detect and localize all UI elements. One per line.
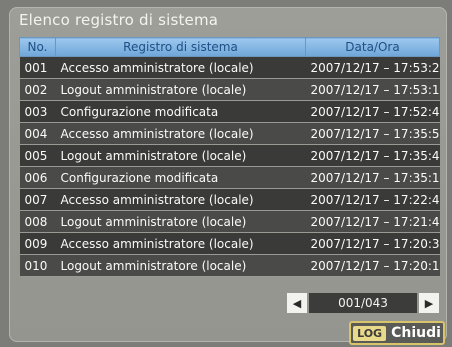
table-row[interactable]: 009 Accesso amministratore (locale) 2007/1… <box>19 232 440 255</box>
system-log-table: No. Registro di sistema Data/Ora 001 Acce… <box>19 37 440 277</box>
cell-register: Configurazione modificata <box>55 166 306 189</box>
cell-no: 008 <box>19 210 56 233</box>
cell-no: 002 <box>19 78 56 101</box>
table-row[interactable]: 002 Logout amministratore (locale) 2007/12… <box>19 78 440 101</box>
cell-no: 003 <box>19 100 56 123</box>
cell-no: 005 <box>19 144 56 167</box>
cell-no: 004 <box>19 122 56 145</box>
column-header-datetime: Data/Ora <box>305 37 440 57</box>
table-row[interactable]: 007 Accesso amministratore (locale) 2007/1… <box>19 188 440 211</box>
cell-datetime: 2007/12/17 – 17:53:27 <box>305 56 440 79</box>
cell-no: 007 <box>19 188 56 211</box>
table-body: 001 Accesso amministratore (locale) 2007/1… <box>19 56 440 277</box>
cell-datetime: 2007/12/17 – 17:35:57 <box>305 122 440 145</box>
table-row[interactable]: 006 Configurazione modificata 2007/12/17 –… <box>19 166 440 189</box>
table-row[interactable]: 010 Logout amministratore (locale) 2007/12… <box>19 254 440 277</box>
cell-register: Logout amministratore (locale) <box>55 210 306 233</box>
cell-register: Accesso amministratore (locale) <box>55 188 306 211</box>
cell-no: 009 <box>19 232 56 255</box>
cell-register: Logout amministratore (locale) <box>55 144 306 167</box>
table-row[interactable]: 003 Configurazione modificata 2007/12/17 –… <box>19 100 440 123</box>
cell-no: 006 <box>19 166 56 189</box>
pager: ◀ 001/043 ▶ <box>287 293 439 313</box>
cell-datetime: 2007/12/17 – 17:35:43 <box>305 144 440 167</box>
table-row[interactable]: 005 Logout amministratore (locale) 2007/12… <box>19 144 440 167</box>
table-header-row: No. Registro di sistema Data/Ora <box>19 37 440 57</box>
cell-register: Accesso amministratore (locale) <box>55 122 306 145</box>
dialog-title: Elenco registro di sistema <box>19 11 219 29</box>
cell-no: 010 <box>19 254 56 277</box>
triangle-right-icon[interactable]: ▶ <box>419 293 439 313</box>
system-log-dialog: Elenco registro di sistema No. Registro … <box>9 7 447 345</box>
table-row[interactable]: 008 Logout amministratore (locale) 2007/12… <box>19 210 440 233</box>
cell-datetime: 2007/12/17 – 17:53:14 <box>305 78 440 101</box>
cell-datetime: 2007/12/17 – 17:35:12 <box>305 166 440 189</box>
cell-register: Accesso amministratore (locale) <box>55 56 306 79</box>
close-button[interactable]: LOG Chiudi <box>349 321 445 345</box>
cell-register: Logout amministratore (locale) <box>55 254 306 277</box>
column-header-register: Registro di sistema <box>55 37 306 57</box>
cell-datetime: 2007/12/17 – 17:22:41 <box>305 188 440 211</box>
cell-no: 001 <box>19 56 56 79</box>
cell-register: Logout amministratore (locale) <box>55 78 306 101</box>
triangle-left-icon[interactable]: ◀ <box>287 293 307 313</box>
table-row[interactable]: 001 Accesso amministratore (locale) 2007/1… <box>19 56 440 79</box>
cell-datetime: 2007/12/17 – 17:20:16 <box>305 254 440 277</box>
cell-datetime: 2007/12/17 – 17:20:35 <box>305 232 440 255</box>
page-indicator: 001/043 <box>309 293 417 313</box>
cell-datetime: 2007/12/17 – 17:21:49 <box>305 210 440 233</box>
column-header-no: No. <box>19 37 56 57</box>
cell-datetime: 2007/12/17 – 17:52:46 <box>305 100 440 123</box>
log-badge: LOG <box>353 325 387 341</box>
cell-register: Accesso amministratore (locale) <box>55 232 306 255</box>
cell-register: Configurazione modificata <box>55 100 306 123</box>
table-row[interactable]: 004 Accesso amministratore (locale) 2007/1… <box>19 122 440 145</box>
close-label: Chiudi <box>391 325 441 341</box>
